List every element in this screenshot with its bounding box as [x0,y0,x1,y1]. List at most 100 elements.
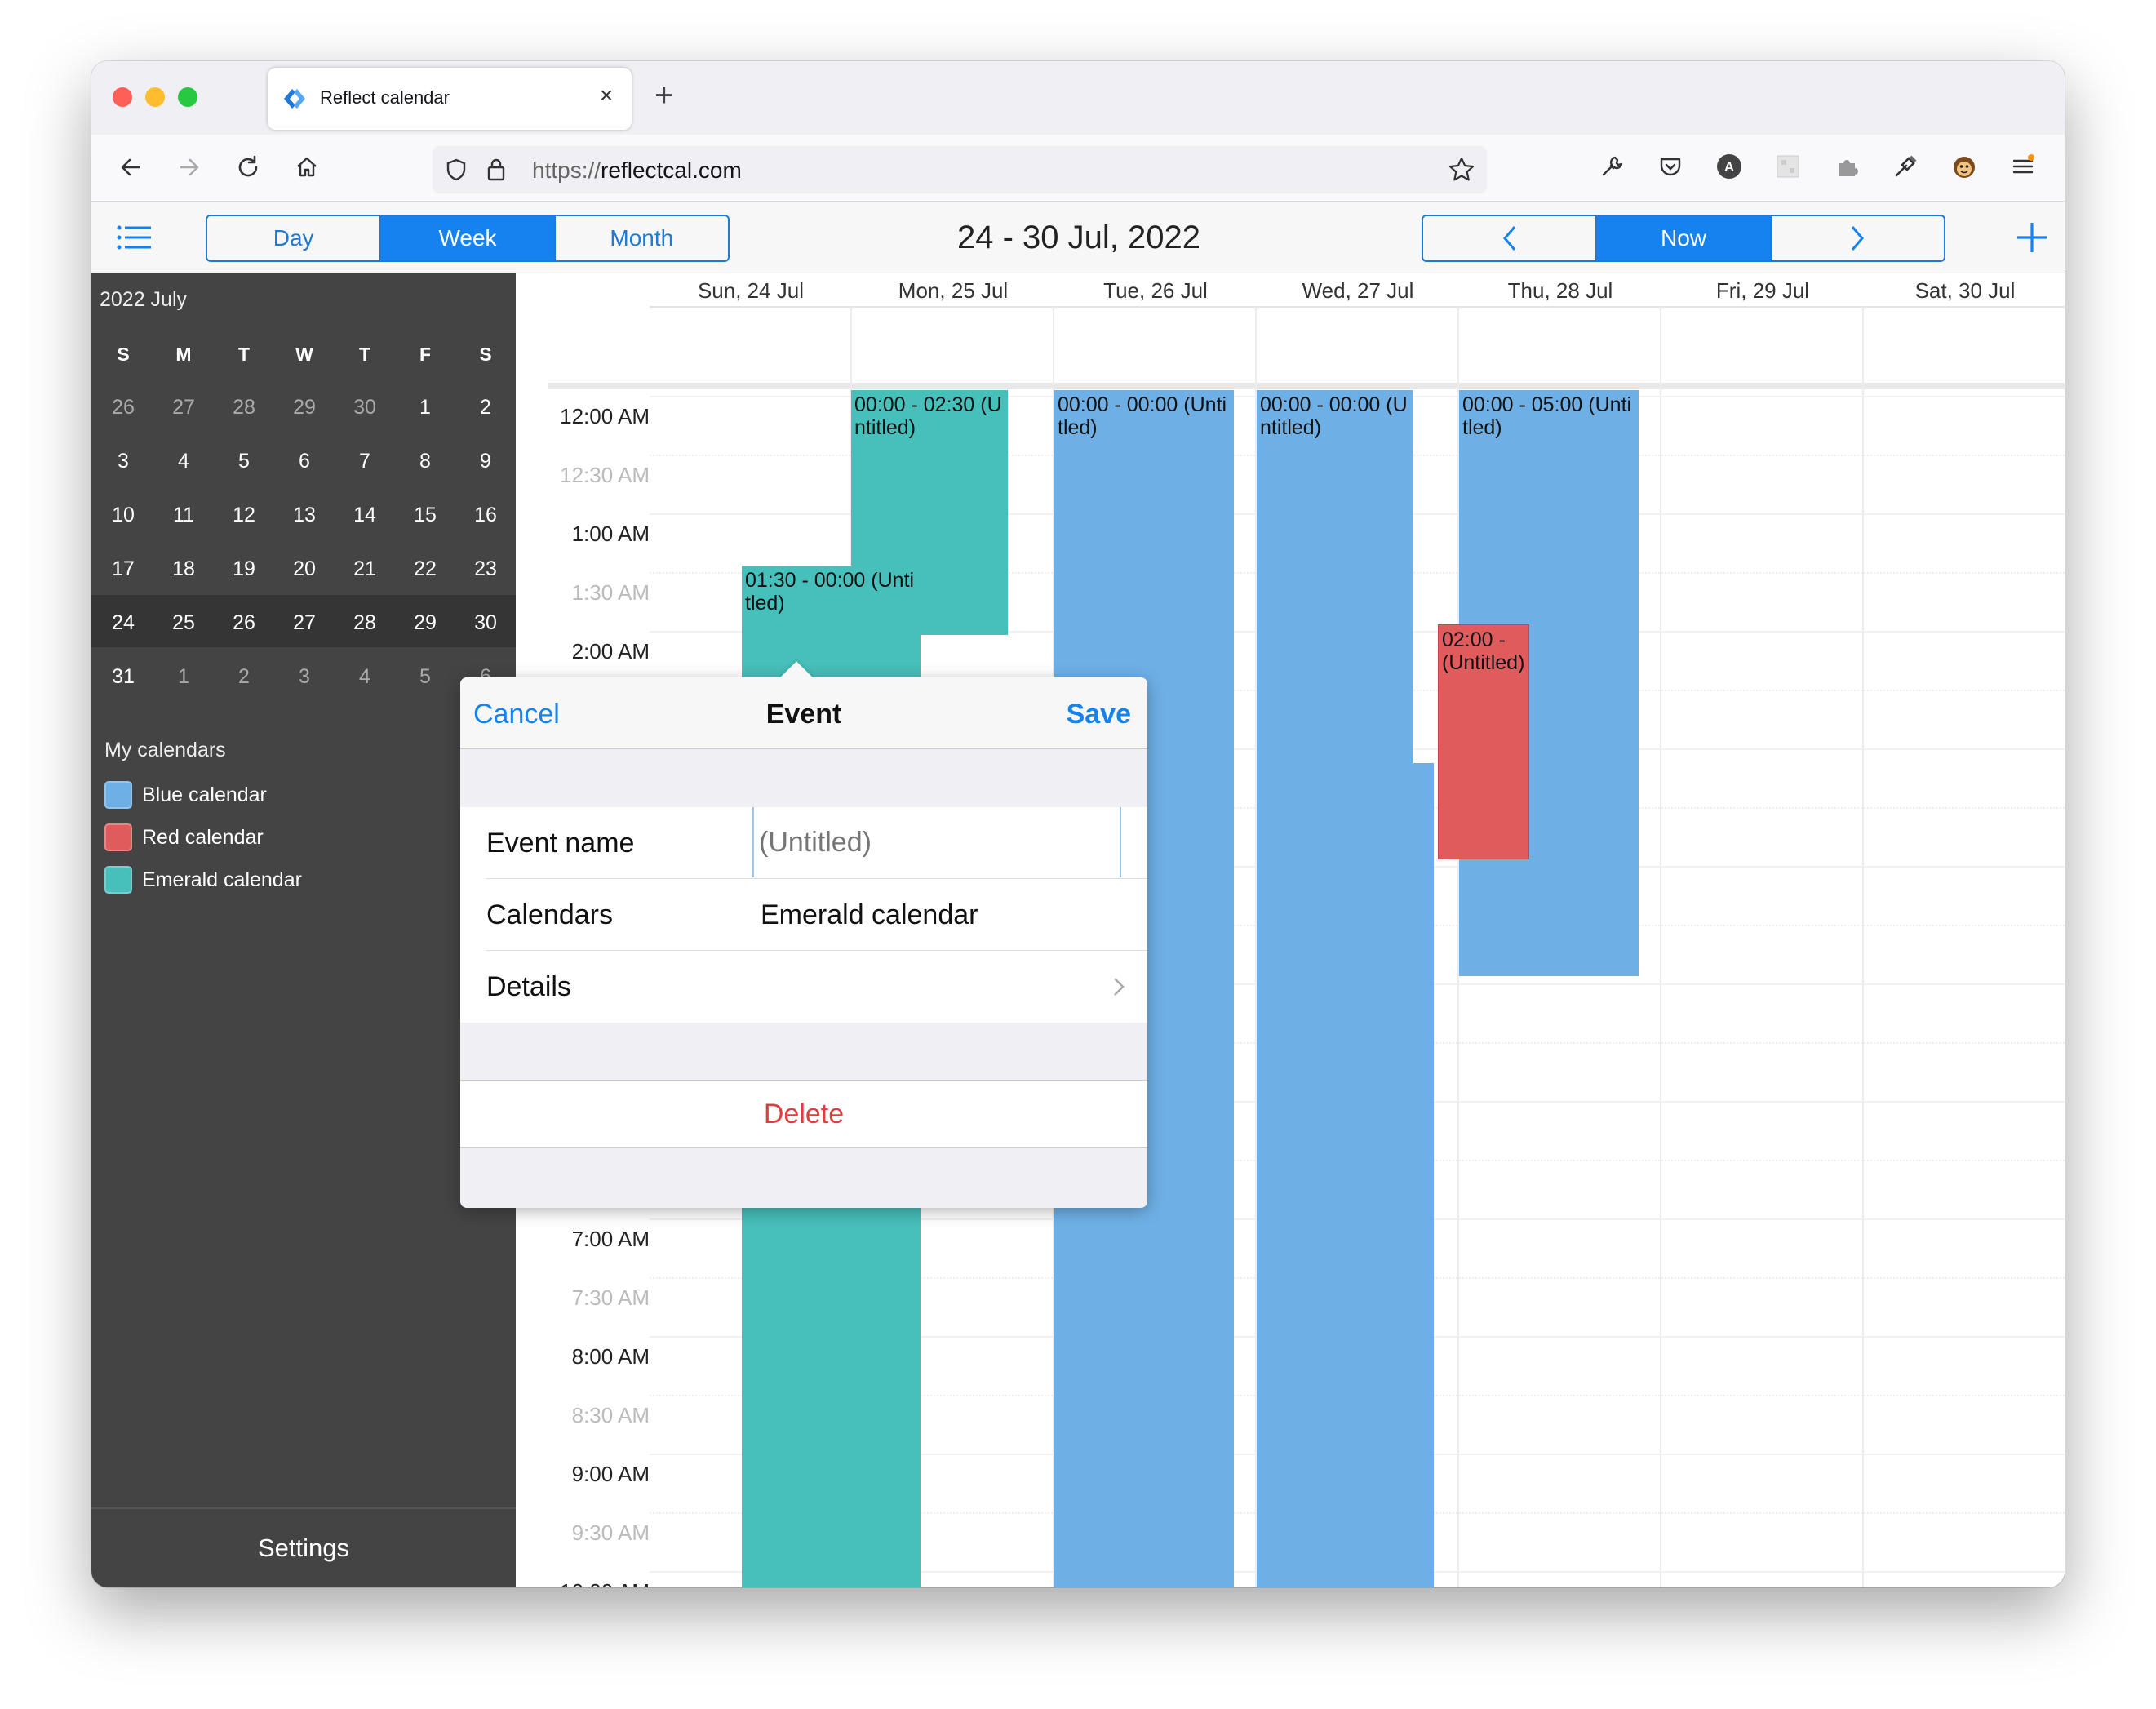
pocket-icon[interactable] [1653,149,1688,184]
wrench-icon[interactable] [1595,149,1629,184]
account-icon[interactable]: A [1712,149,1746,184]
day-header[interactable]: Tue, 26 Jul [1054,278,1257,304]
minical-day[interactable]: 5 [395,665,455,689]
minical-day[interactable]: 5 [214,450,274,473]
extension-grid-icon[interactable] [1771,149,1805,184]
calendars-row[interactable]: Calendars Emerald calendar [460,879,1147,951]
minical-day[interactable]: 9 [455,450,516,473]
day-header[interactable]: Mon, 25 Jul [852,278,1054,304]
shield-icon[interactable] [444,158,468,182]
calendar-event[interactable] [1346,763,1434,1587]
minical-day[interactable]: 2 [214,665,274,689]
minical-day[interactable]: 2 [455,396,516,419]
minical-day[interactable]: 28 [214,396,274,419]
day-header[interactable]: Wed, 27 Jul [1257,278,1459,304]
browser-tab[interactable]: Reflect calendar × [268,68,632,130]
delete-button[interactable]: Delete [460,1080,1147,1148]
minical-day[interactable]: 26 [93,396,153,419]
minical-day[interactable]: 1 [153,665,214,689]
home-icon[interactable] [289,149,325,185]
url-text: https://reflectcal.com [532,158,742,183]
day-header[interactable]: Sat, 30 Jul [1864,278,2065,304]
minical-day[interactable]: 10 [93,504,153,527]
minical-day[interactable]: 16 [455,504,516,527]
minical-day[interactable]: 6 [274,450,335,473]
close-window-button[interactable] [113,87,132,107]
day-header[interactable]: Fri, 29 Jul [1661,278,1864,304]
minical-day[interactable]: 28 [335,611,395,635]
monkey-icon[interactable] [1947,149,1981,184]
address-bar[interactable]: https://reflectcal.com [433,146,1487,193]
close-tab-icon[interactable]: × [594,82,619,109]
weekday-header: W [295,344,313,365]
day-header[interactable]: Sun, 24 Jul [650,278,852,304]
minical-day[interactable]: 29 [395,611,455,635]
date-range-title: 24 - 30 Jul, 2022 [957,220,1200,255]
minical-day[interactable]: 4 [335,665,395,689]
calendar-event[interactable]: 02:00 - (Untitled) [1438,624,1529,859]
calendar-swatch [104,781,132,809]
minical-day[interactable]: 21 [335,557,395,581]
settings-button[interactable]: Settings [91,1507,516,1587]
minical-day[interactable]: 3 [274,665,335,689]
details-row[interactable]: Details [460,951,1147,1023]
minical-day[interactable]: 26 [214,611,274,635]
lock-icon[interactable] [485,157,508,183]
minical-day[interactable]: 27 [153,396,214,419]
zoom-window-button[interactable] [178,87,197,107]
day-header[interactable]: Thu, 28 Jul [1459,278,1661,304]
event-name-input[interactable] [752,807,1121,877]
minical-day[interactable]: 17 [93,557,153,581]
previous-week-button[interactable] [1423,216,1598,260]
bookmark-star-icon[interactable] [1448,156,1475,184]
minical-day[interactable]: 3 [93,450,153,473]
minical-day[interactable]: 22 [395,557,455,581]
minical-day[interactable]: 11 [153,504,214,527]
minical-day[interactable]: 30 [335,396,395,419]
minical-day[interactable]: 20 [274,557,335,581]
minical-day[interactable]: 15 [395,504,455,527]
puzzle-icon[interactable] [1830,149,1864,184]
minical-day[interactable]: 24 [93,611,153,635]
menu-icon[interactable] [2006,149,2040,184]
minical-day[interactable]: 31 [93,665,153,689]
minical-day[interactable]: 7 [335,450,395,473]
save-button[interactable]: Save [1067,699,1131,730]
back-icon[interactable] [113,149,149,185]
minical-day[interactable]: 19 [214,557,274,581]
reload-icon[interactable] [230,149,266,185]
view-month-button[interactable]: Month [556,216,728,260]
my-calendars: My calendars Blue calendar Red calendar … [104,739,302,901]
svg-text:A: A [1724,159,1734,175]
minical-day[interactable]: 1 [395,396,455,419]
sidebar-toggle-icon[interactable] [116,223,152,252]
calendar-item-red[interactable]: Red calendar [104,816,302,859]
minical-day[interactable]: 13 [274,504,335,527]
minical-day[interactable]: 29 [274,396,335,419]
minical-day[interactable]: 12 [214,504,274,527]
minical-day[interactable]: 4 [153,450,214,473]
minical-title: 2022 July [100,288,188,311]
add-event-icon[interactable] [2014,220,2050,255]
minical-day[interactable]: 30 [455,611,516,635]
minimize-window-button[interactable] [145,87,165,107]
eyedropper-icon[interactable] [1888,149,1923,184]
next-week-button[interactable] [1772,216,1944,260]
minical-day[interactable]: 8 [395,450,455,473]
all-day-divider [548,383,2065,389]
minical-day[interactable]: 18 [153,557,214,581]
minical-day[interactable]: 27 [274,611,335,635]
forward-icon[interactable] [171,149,207,185]
new-tab-button[interactable]: + [654,78,673,113]
view-week-button[interactable]: Week [381,216,556,260]
minical-day[interactable]: 25 [153,611,214,635]
now-button[interactable]: Now [1597,216,1772,260]
minical-day[interactable]: 14 [335,504,395,527]
tab-title: Reflect calendar [320,87,450,108]
calendar-swatch [104,866,132,894]
navigation-bar: https://reflectcal.com A [91,135,2065,202]
view-day-button[interactable]: Day [207,216,382,260]
minical-day[interactable]: 23 [455,557,516,581]
calendar-item-emerald[interactable]: Emerald calendar [104,859,302,901]
calendar-item-blue[interactable]: Blue calendar [104,774,302,816]
